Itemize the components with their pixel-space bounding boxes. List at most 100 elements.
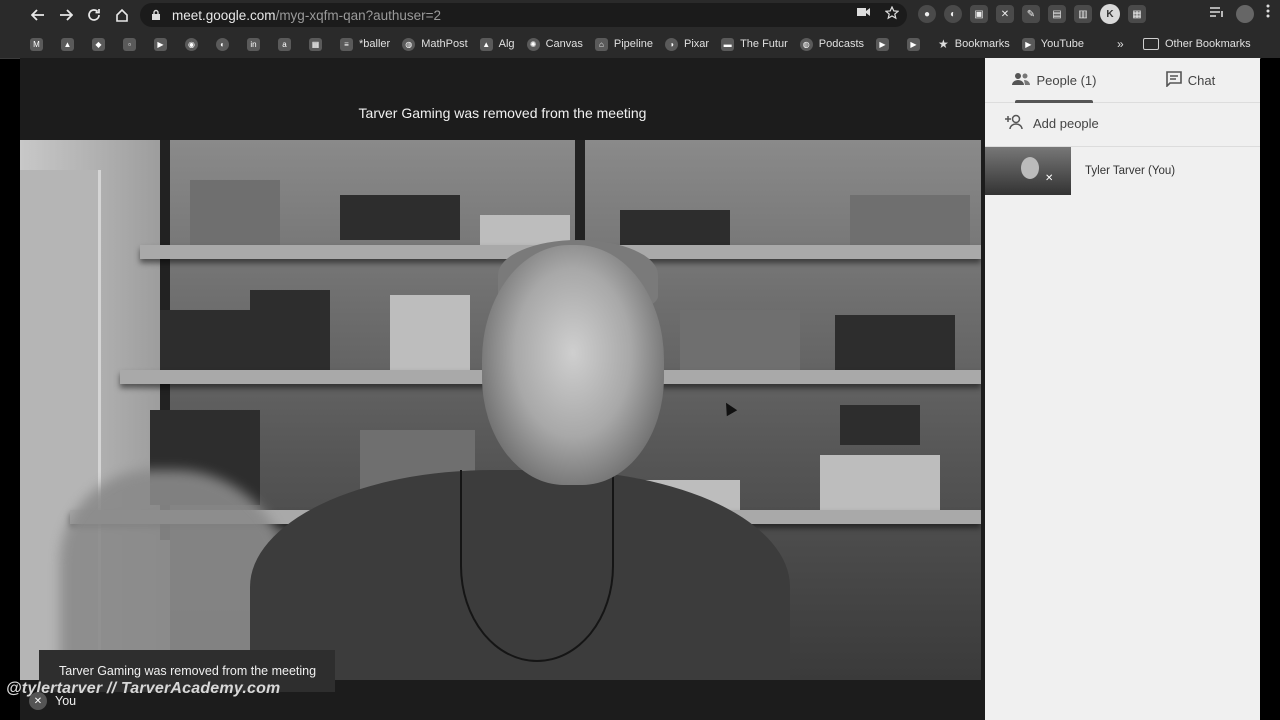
screen-edge (1261, 58, 1280, 720)
bookmark-item[interactable]: ▶ (876, 37, 895, 51)
bookmark-item[interactable]: ▫ (123, 37, 142, 51)
extension-icon[interactable]: ▥ (1074, 5, 1092, 23)
bookmark-item[interactable]: ▲ (61, 37, 80, 51)
bookmarks-bar: M ▲ ◆ ▫ ▶ ◉ ◐ in a ▦ ≡ *baller ◍ MathPost … (0, 30, 1280, 59)
more-vert-icon[interactable] (1266, 4, 1270, 23)
app-icon: ▲ (479, 37, 493, 51)
bookmark-item[interactable]: ▲ Alg (479, 37, 515, 51)
add-people-button[interactable]: Add people (1005, 114, 1099, 133)
bookmark-item[interactable]: ◐ (216, 37, 235, 51)
shelf-item (340, 195, 460, 240)
extension-icon[interactable]: ✎ (1022, 5, 1040, 23)
other-bookmarks-label: Other Bookmarks (1165, 38, 1251, 50)
bookmark-item[interactable]: ▶ YouTube (1021, 37, 1085, 51)
add-people-label: Add people (1033, 116, 1099, 131)
extension-icon[interactable]: ▦ (1128, 5, 1146, 23)
reload-icon[interactable] (80, 1, 108, 29)
extension-icon[interactable]: ▤ (1048, 5, 1066, 23)
shelf-item (820, 455, 940, 510)
bookmark-label: Podcasts (818, 38, 864, 50)
gmail-icon: M (30, 37, 43, 51)
bookmark-item[interactable]: ◆ (92, 37, 111, 51)
browser-toolbar: meet.google.com/myg-xqfm-qan?authuser=2 … (0, 0, 1280, 30)
bookmark-item[interactable]: ◑ Pixar (665, 37, 710, 51)
youtube-icon: ▶ (154, 37, 167, 51)
home-icon[interactable] (108, 1, 136, 29)
participant-name: Tyler Tarver (You) (1085, 165, 1176, 177)
other-bookmarks[interactable]: Other Bookmarks (1143, 30, 1251, 58)
bookmark-item[interactable]: ◍ MathPost (402, 37, 468, 51)
folder-icon (1143, 38, 1159, 50)
star-icon: ★ (938, 37, 949, 51)
panel-tabs: People (1) Chat (985, 58, 1260, 103)
lock-icon (152, 9, 160, 20)
bookmark-label: Canvas (545, 38, 583, 50)
bookmark-item[interactable]: M (30, 37, 49, 51)
bookmark-item[interactable]: ▶ (907, 37, 926, 51)
mic-off-icon: ✕ (1045, 173, 1054, 184)
toast-text: Tarver Gaming was removed from the meeti… (59, 664, 317, 678)
reading-list-icon[interactable] (1210, 5, 1224, 23)
shelf-item (680, 310, 800, 370)
address-bar[interactable]: meet.google.com/myg-xqfm-qan?authuser=2 (140, 3, 907, 27)
extension-icon[interactable]: ◐ (944, 5, 962, 23)
app-icon: ▬ (721, 37, 735, 51)
forward-icon[interactable] (52, 1, 80, 29)
camera-icon[interactable] (857, 6, 871, 23)
bookmark-item[interactable]: in (247, 37, 266, 51)
tab-people-label: People (1) (1036, 72, 1097, 88)
shelf-item (620, 210, 730, 245)
page-icon: ≡ (340, 37, 353, 51)
account-avatar[interactable] (1236, 4, 1254, 23)
extension-icon[interactable]: ▣ (970, 5, 988, 23)
profile-avatar[interactable]: K (1100, 4, 1120, 24)
bookmark-item[interactable]: ≡ *baller (340, 37, 390, 51)
app-icon: ▫ (123, 37, 136, 51)
back-icon[interactable] (24, 1, 52, 29)
self-tile-label: ✕ You (29, 692, 76, 710)
tab-people[interactable]: People (1) (985, 58, 1122, 103)
people-icon (1011, 72, 1031, 89)
bookmark-item[interactable]: ★ Bookmarks (938, 37, 1010, 51)
bookmark-item[interactable]: ✺ Canvas (526, 37, 583, 51)
chat-icon (1165, 70, 1182, 90)
app-icon: ◐ (216, 37, 229, 51)
participant-row[interactable]: ✕ Tyler Tarver (You) (985, 147, 1260, 195)
youtube-icon: ▶ (907, 37, 920, 51)
shelf-item (160, 310, 250, 370)
shelf-item (835, 315, 955, 370)
maps-icon: ◆ (92, 37, 105, 51)
bookmark-label: Alg (498, 38, 515, 50)
bookmark-item[interactable]: ◉ (185, 37, 204, 51)
bookmarks-overflow-button[interactable]: » (1117, 30, 1124, 58)
app-icon: ▦ (309, 37, 322, 51)
shelf-item (840, 405, 920, 445)
youtube-icon: ▶ (1021, 37, 1035, 51)
bookmark-label: Pixar (684, 38, 710, 50)
globe-icon: ◍ (799, 37, 813, 51)
drive-icon: ▲ (61, 37, 74, 51)
star-icon[interactable] (884, 5, 900, 23)
shelf-item (250, 290, 330, 370)
bookmark-label: YouTube (1040, 38, 1085, 50)
bookmark-item[interactable]: ⌂ Pipeline (594, 37, 653, 51)
bookmark-item[interactable]: ▶ (154, 37, 173, 51)
url-text: meet.google.com/myg-xqfm-qan?authuser=2 (172, 8, 441, 23)
extension-icon[interactable]: ✕ (996, 5, 1014, 23)
stage-notification: Tarver Gaming was removed from the meeti… (358, 105, 647, 121)
person-face (482, 245, 664, 485)
app-icon: ⌂ (594, 37, 608, 51)
canvas-icon: ✺ (526, 37, 540, 51)
bookmark-item[interactable]: ◍ Podcasts (799, 37, 864, 51)
bookmark-item[interactable]: ▦ (309, 37, 328, 51)
bookmark-label: Pipeline (613, 38, 653, 50)
necklace (460, 470, 614, 662)
shelf-item (190, 180, 280, 245)
shelf-item (850, 195, 970, 245)
bookmark-item[interactable]: ▬ The Futur (721, 37, 788, 51)
meeting-stage: Tarver Gaming was removed from the meeti… (20, 58, 985, 720)
add-person-icon (1005, 114, 1025, 133)
bookmark-item[interactable]: a (278, 37, 297, 51)
extension-icon[interactable]: ● (918, 5, 936, 23)
tab-chat[interactable]: Chat (1122, 58, 1259, 102)
